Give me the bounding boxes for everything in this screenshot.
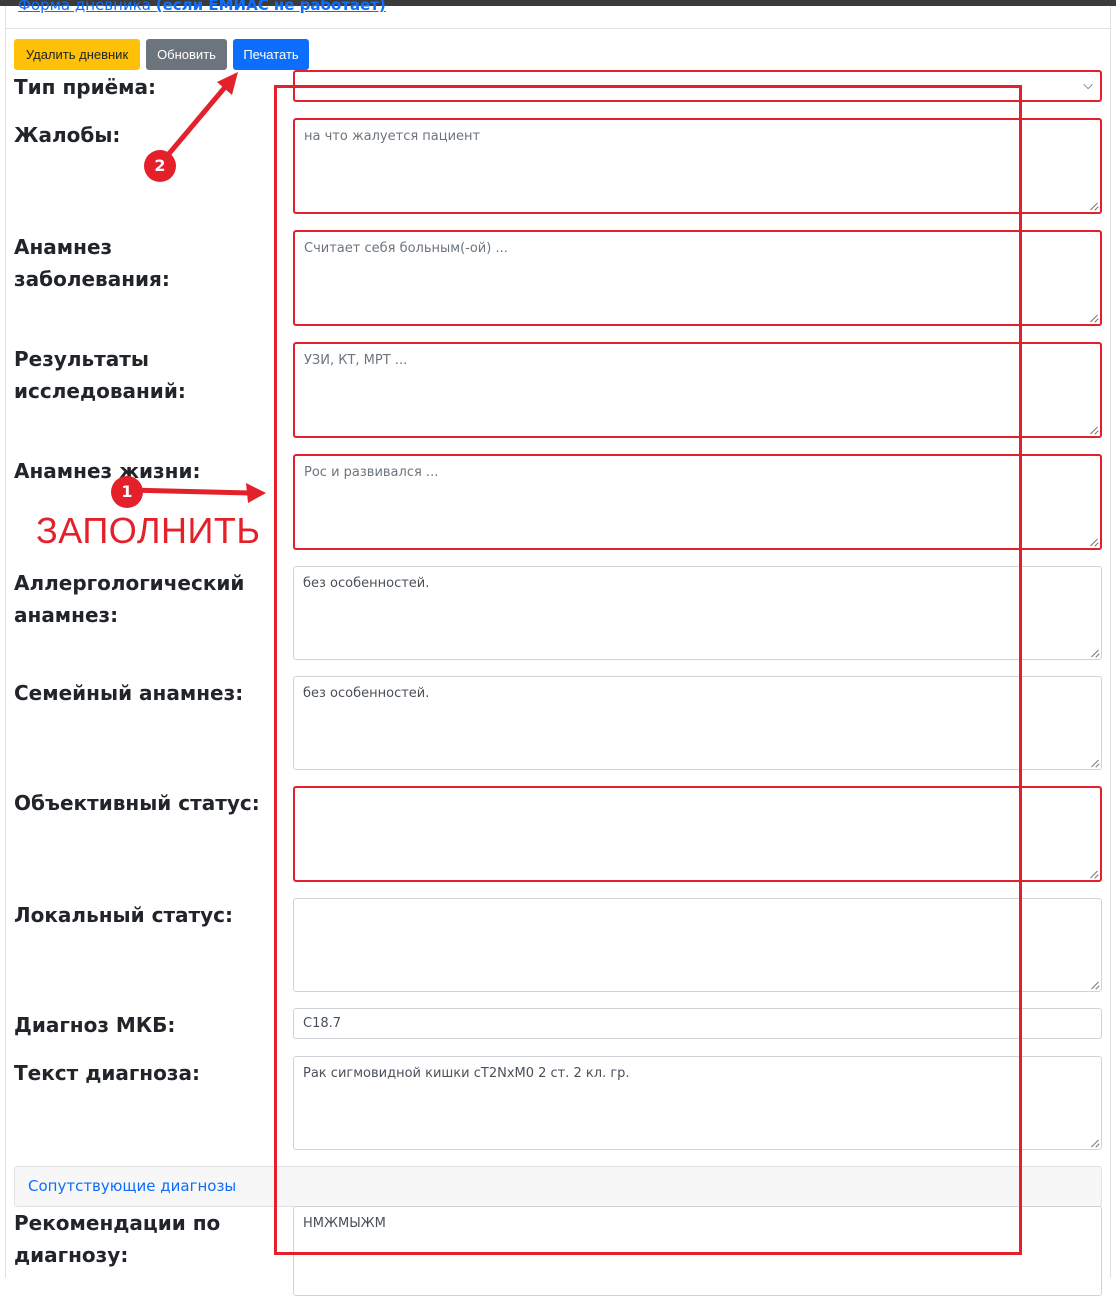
- step-badge-1: 1: [111, 476, 143, 508]
- disease-history-placeholder: Считает себя больным(-ой) ...: [304, 241, 508, 256]
- recommendations-field[interactable]: НМЖМЫЖМ: [293, 1206, 1102, 1296]
- objective-status-label: Объективный статус:: [14, 791, 260, 815]
- family-history-label: Семейный анамнез:: [14, 681, 244, 705]
- complaints-field[interactable]: на что жалуется пациент: [293, 118, 1102, 214]
- recommendations-label: Рекомендации по диагнозу:: [14, 1211, 221, 1267]
- complaints-label: Жалобы:: [14, 123, 121, 147]
- allergy-history-label: Аллергологический анамнез:: [14, 571, 245, 627]
- delete-diary-button[interactable]: Удалить дневник: [14, 39, 140, 70]
- resize-handle-icon[interactable]: [1090, 648, 1099, 657]
- local-status-field[interactable]: [293, 898, 1102, 992]
- visit-type-label: Тип приёма:: [14, 75, 156, 99]
- fill-instruction-text: ЗАПОЛНИТЬ: [36, 510, 261, 551]
- life-history-field[interactable]: Рос и развивался ...: [293, 454, 1102, 550]
- local-status-label: Локальный статус:: [14, 903, 234, 927]
- diagnosis-text-label: Текст диагноза:: [14, 1061, 200, 1085]
- family-history-field[interactable]: без особенностей.: [293, 676, 1102, 770]
- diagnosis-text-field[interactable]: Рак сигмовидной кишки cT2NxM0 2 ст. 2 кл…: [293, 1056, 1102, 1150]
- icd-diagnosis-input[interactable]: C18.7: [293, 1008, 1102, 1039]
- resize-handle-icon[interactable]: [1090, 758, 1099, 767]
- resize-handle-icon[interactable]: [1089, 537, 1098, 546]
- diary-form-link[interactable]: Форма дневника (если ЕМИАС не работает): [18, 0, 386, 14]
- research-results-label: Результаты исследований:: [14, 347, 186, 403]
- header-divider: [6, 28, 1110, 29]
- resize-handle-icon[interactable]: [1090, 980, 1099, 989]
- allergy-history-value: без особенностей.: [303, 576, 430, 591]
- recommendations-value: НМЖМЫЖМ: [303, 1216, 386, 1231]
- disease-history-field[interactable]: Считает себя больным(-ой) ...: [293, 230, 1102, 326]
- complaints-placeholder: на что жалуется пациент: [304, 129, 481, 144]
- resize-handle-icon[interactable]: [1089, 869, 1098, 878]
- family-history-value: без особенностей.: [303, 686, 430, 701]
- refresh-button[interactable]: Обновить: [146, 39, 227, 70]
- resize-handle-icon[interactable]: [1089, 313, 1098, 322]
- concomitant-diagnoses-accordion[interactable]: Сопутствующие диагнозы: [14, 1166, 1102, 1207]
- research-results-field[interactable]: УЗИ, КТ, МРТ ...: [293, 342, 1102, 438]
- resize-handle-icon[interactable]: [1090, 1138, 1099, 1147]
- objective-status-field[interactable]: [293, 786, 1102, 882]
- disease-history-label: Анамнез заболевания:: [14, 235, 170, 291]
- print-button[interactable]: Печатать: [233, 39, 309, 70]
- resize-handle-icon[interactable]: [1089, 201, 1098, 210]
- diagnosis-text-value: Рак сигмовидной кишки cT2NxM0 2 ст. 2 кл…: [303, 1066, 630, 1081]
- life-history-label: Анамнез жизни:: [14, 459, 201, 483]
- visit-type-select[interactable]: ⌵: [293, 70, 1102, 102]
- icd-diagnosis-label: Диагноз МКБ:: [14, 1013, 176, 1037]
- chevron-down-icon: ⌵: [1083, 78, 1093, 93]
- allergy-history-field[interactable]: без особенностей.: [293, 566, 1102, 660]
- resize-handle-icon[interactable]: [1089, 425, 1098, 434]
- research-results-placeholder: УЗИ, КТ, МРТ ...: [304, 353, 408, 368]
- life-history-placeholder: Рос и развивался ...: [304, 465, 439, 480]
- step-badge-2: 2: [144, 150, 176, 182]
